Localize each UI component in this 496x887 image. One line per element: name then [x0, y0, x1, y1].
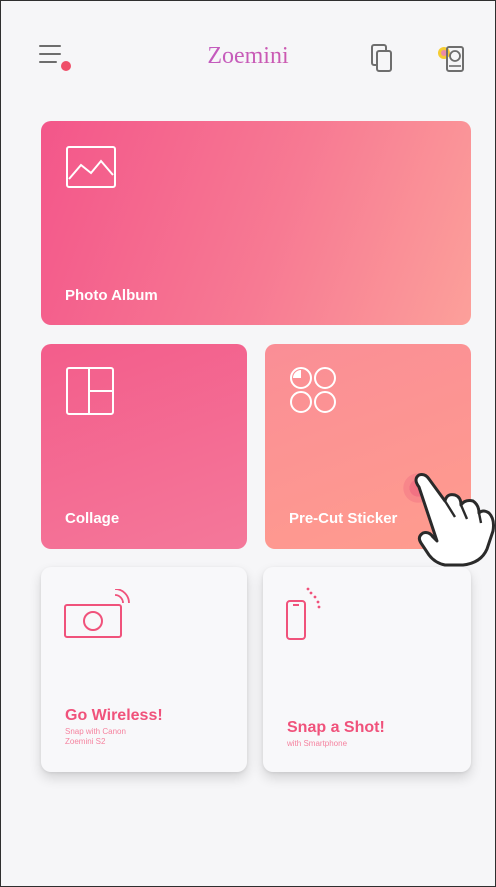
- sticker-circles-icon: [287, 364, 341, 421]
- printer-connection-icon[interactable]: [433, 41, 467, 77]
- copies-icon[interactable]: [367, 41, 401, 77]
- go-wireless-card[interactable]: Go Wireless! Snap with Canon Zoemini S2: [41, 567, 247, 772]
- pre-cut-sticker-label: Pre-Cut Sticker: [289, 510, 398, 527]
- snap-a-shot-title: Snap a Shot!: [287, 719, 385, 736]
- top-bar: Zoemini: [1, 1, 495, 111]
- snap-a-shot-card[interactable]: Snap a Shot! with Smartphone: [263, 567, 471, 772]
- image-icon: [65, 145, 117, 194]
- wireless-camera-icon: [63, 588, 143, 646]
- app-screen: Zoemini Photo Album Collage Pre-Cut Stic…: [0, 0, 496, 887]
- pointing-hand-icon: [399, 467, 495, 571]
- go-wireless-subtitle-line1: Snap with Canon: [65, 727, 126, 736]
- snap-a-shot-subtitle: with Smartphone: [287, 739, 348, 748]
- collage-layout-icon: [65, 366, 115, 421]
- photo-album-card[interactable]: Photo Album: [41, 121, 471, 325]
- go-wireless-subtitle-line2: Zoemini S2: [65, 737, 106, 746]
- smartphone-signal-icon: [285, 587, 325, 646]
- app-logo: Zoemini: [1, 43, 495, 70]
- collage-label: Collage: [65, 510, 120, 527]
- go-wireless-title: Go Wireless!: [65, 707, 163, 724]
- photo-album-label: Photo Album: [65, 287, 158, 304]
- collage-card[interactable]: Collage: [41, 344, 247, 549]
